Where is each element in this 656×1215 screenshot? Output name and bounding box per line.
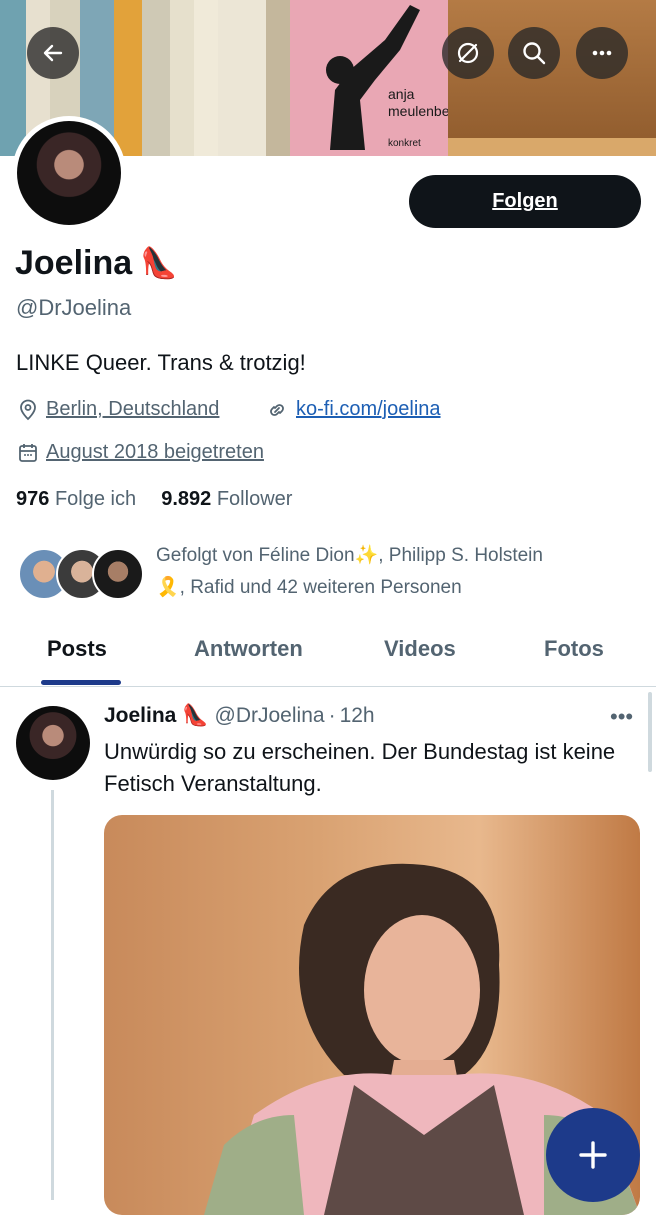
book-cover-figure	[326, 5, 420, 150]
shelf-board	[448, 138, 656, 156]
book-spine	[0, 0, 26, 156]
compose-button[interactable]	[546, 1108, 640, 1202]
joined-text: August 2018 beigetreten	[46, 441, 264, 463]
follow-button[interactable]: Folgen	[409, 175, 641, 228]
profile-joined: August 2018 beigetreten	[18, 441, 264, 464]
bookshelf	[448, 0, 656, 156]
profile-location: Berlin, Deutschland	[18, 398, 219, 421]
book-spine	[170, 0, 194, 156]
back-button[interactable]	[27, 27, 79, 79]
link-icon	[270, 403, 284, 416]
followed-by-line: 🎗️, Rafid und 42 weiteren Personen	[156, 577, 462, 598]
book-subtitle: konkret	[388, 138, 421, 149]
post-author-name[interactable]: Joelina	[104, 704, 176, 728]
followers-label: Follower	[216, 488, 293, 510]
book-spine	[266, 0, 290, 156]
tab-videos[interactable]: Videos	[384, 636, 456, 662]
post-more-icon[interactable]: •••	[610, 704, 633, 730]
high-heel-emoji: 👠	[182, 704, 209, 727]
active-tab-indicator	[41, 680, 121, 685]
following-label: Folge ich	[54, 488, 137, 510]
location-text[interactable]: Berlin, Deutschland	[46, 398, 219, 421]
book-spine	[114, 0, 142, 156]
profile-name: Joelina 👠	[15, 244, 178, 283]
grok-button[interactable]	[442, 27, 494, 79]
post-text: Unwürdig so zu erscheinen. Der Bundestag…	[104, 739, 616, 796]
website-link[interactable]: ko-fi.com/joelina	[296, 398, 441, 421]
post-author-avatar[interactable]	[16, 706, 90, 780]
search-icon	[523, 42, 546, 65]
profile-handle: @DrJoelina	[16, 295, 132, 320]
profile-bio: LINKE Queer. Trans & trotzig!	[16, 350, 306, 375]
book-spine	[218, 0, 266, 156]
follower-avatar[interactable]	[92, 548, 144, 600]
avatar-photo	[17, 121, 121, 225]
profile-avatar[interactable]	[12, 116, 126, 230]
more-icon	[592, 50, 612, 56]
post-header: Joelina 👠 @DrJoelina · 12h	[104, 704, 375, 728]
grok-icon	[457, 42, 479, 64]
post-time[interactable]: 12h	[340, 704, 375, 728]
following-stat[interactable]: 976 Folge ich	[16, 488, 136, 510]
followed-by-line: Gefolgt von Féline Dion✨, Philipp S. Hol…	[156, 545, 543, 566]
tab-posts[interactable]: Posts	[47, 636, 107, 662]
scrollbar[interactable]	[648, 692, 652, 772]
book-spine	[142, 0, 170, 156]
more-button[interactable]	[576, 27, 628, 79]
calendar-icon	[19, 443, 37, 462]
followed-by-text[interactable]: Gefolgt von Féline Dion✨, Philipp S. Hol…	[156, 540, 636, 604]
book-author: anja meulenbelt	[388, 86, 457, 119]
following-count: 976	[16, 488, 50, 510]
plus-icon	[579, 1141, 607, 1169]
tab-replies[interactable]: Antworten	[194, 636, 303, 662]
followers-stat[interactable]: 9.892 Follower	[161, 488, 292, 510]
post-author-handle[interactable]: @DrJoelina	[215, 704, 325, 728]
search-button[interactable]	[508, 27, 560, 79]
profile-stats: 976 Folge ich 9.892 Follower	[16, 488, 292, 511]
location-pin-icon	[20, 399, 36, 420]
book-cover: anja meulenbelt konkret	[290, 0, 457, 156]
thread-line	[51, 790, 54, 1200]
followers-count: 9.892	[161, 488, 212, 510]
profile-display-name: Joelina	[15, 244, 133, 282]
post-separator: ·	[328, 704, 336, 727]
tab-photos[interactable]: Fotos	[544, 636, 604, 662]
back-arrow-icon	[43, 44, 63, 62]
profile-website[interactable]: ko-fi.com/joelina	[266, 398, 441, 421]
profile-tabs: Posts Antworten Videos Fotos	[0, 620, 656, 687]
book-spine	[194, 0, 218, 156]
high-heel-emoji: 👠	[140, 247, 178, 280]
